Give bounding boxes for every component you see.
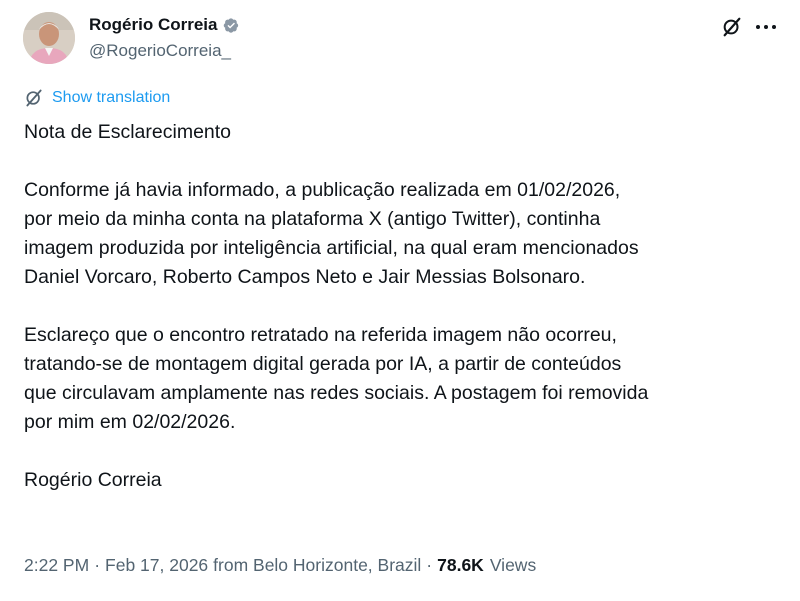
post-text: Nota de Esclarecimento Conforme já havia… [24,118,784,495]
grok-icon[interactable] [715,14,749,40]
show-translation-link[interactable]: Show translation [24,88,170,108]
post-date[interactable]: Feb 17, 2026 [105,555,208,576]
signature: Rogério Correia [24,469,162,491]
more-icon[interactable] [749,14,783,40]
paragraph-1-line: Conforme já havia informado, a publicaçã… [24,179,621,201]
post-meta: 2:22 PM · Feb 17, 2026 from Belo Horizon… [24,555,536,576]
views-count[interactable]: 78.6K [437,555,484,576]
paragraph-2-line: que circulavam amplamente nas redes soci… [24,382,649,404]
paragraph-2: Esclareço que o encontro retratado na re… [24,321,784,437]
show-translation-label: Show translation [52,89,171,106]
paragraph-1-line: imagem produzida por inteligência artifi… [24,237,639,259]
post-location: from Belo Horizonte, Brazil [213,555,422,575]
paragraph-1: Conforme já havia informado, a publicaçã… [24,176,784,292]
paragraph-2-line: Esclareço que o encontro retratado na re… [24,324,617,346]
translate-icon [26,89,42,107]
avatar[interactable] [23,12,75,64]
paragraph-2-line: tratando-se de montagem digital gerada p… [24,353,622,375]
post-time[interactable]: 2:22 PM [24,555,89,576]
paragraph-1-line: Daniel Vorcaro, Roberto Campos Neto e Ja… [24,266,586,288]
separator-dot: · [426,555,433,575]
paragraph-2-line: por mim em 02/02/2026. [24,411,236,433]
author-handle[interactable]: @RogerioCorreia_ [89,41,241,61]
paragraph-1-line: por meio da minha conta na plataforma X … [24,208,601,230]
views-label: Views [489,555,537,575]
separator-dot: · [94,555,101,575]
verified-badge-icon [224,17,239,33]
display-name[interactable]: Rogério Correia [89,15,217,35]
post-title: Nota de Esclarecimento [24,121,232,143]
post-header: Rogério Correia @RogerioCorreia_ [23,12,783,64]
